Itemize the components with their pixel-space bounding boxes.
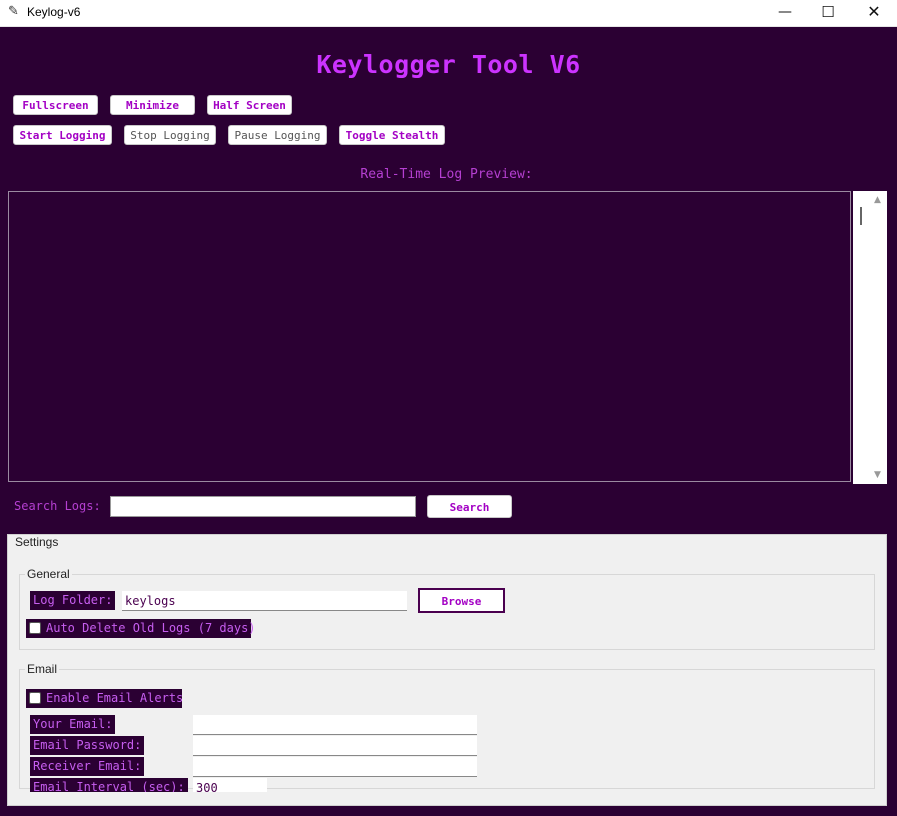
scroll-up-arrow-icon[interactable]: ▲ [874,195,881,205]
receiver-email-input[interactable] [193,757,477,777]
email-password-input[interactable] [193,736,477,756]
email-interval-input[interactable]: 300 [193,778,267,792]
toggle-stealth-button[interactable]: Toggle Stealth [339,125,445,145]
search-logs-input[interactable] [110,496,416,517]
feather-icon: ✎ [8,4,19,19]
log-folder-label: Log Folder: [30,591,116,610]
your-email-input[interactable] [193,715,477,735]
window-minimize-button[interactable]: — [762,0,808,26]
start-logging-button[interactable]: Start Logging [13,125,112,145]
auto-delete-label: Auto Delete Old Logs (7 days) [26,619,256,638]
your-email-label: Your Email: [30,715,116,734]
log-preview-text-area[interactable] [8,191,851,482]
search-logs-label: Search Logs: [14,499,101,513]
fullscreen-button[interactable]: Fullscreen [13,95,98,115]
window-maximize-button[interactable]: ☐ [805,0,851,26]
auto-delete-checkbox[interactable] [29,622,41,634]
email-interval-label: Email Interval (sec): [30,778,188,792]
email-password-label: Email Password: [30,736,145,755]
general-group-title: General [25,567,72,581]
window-title: Keylog-v6 [27,5,81,19]
receiver-email-label: Receiver Email: [30,757,145,776]
window-titlebar: ✎ Keylog-v6 — ☐ ✕ [0,0,897,27]
enable-email-alerts-label: Enable Email Alerts [26,689,183,708]
scrollbar-thumb[interactable] [860,207,862,225]
scroll-down-arrow-icon[interactable]: ▼ [874,470,881,480]
search-button[interactable]: Search [427,495,512,518]
half-screen-button[interactable]: Half Screen [207,95,292,115]
log-preview-scrollbar[interactable] [853,191,887,484]
log-folder-input[interactable]: keylogs [122,591,407,611]
stop-logging-button[interactable]: Stop Logging [124,125,216,145]
minimize-button[interactable]: Minimize [110,95,195,115]
enable-email-alerts-checkbox[interactable] [29,692,41,704]
window-close-button[interactable]: ✕ [851,0,897,26]
email-interval-row: Email Interval (sec): 300 [7,778,887,792]
app-heading: Keylogger Tool V6 [316,50,581,79]
log-preview-label: Real-Time Log Preview: [360,167,533,182]
browse-button[interactable]: Browse [418,588,505,613]
email-group-title: Email [25,662,60,676]
pause-logging-button[interactable]: Pause Logging [228,125,327,145]
settings-title: Settings [15,535,59,549]
